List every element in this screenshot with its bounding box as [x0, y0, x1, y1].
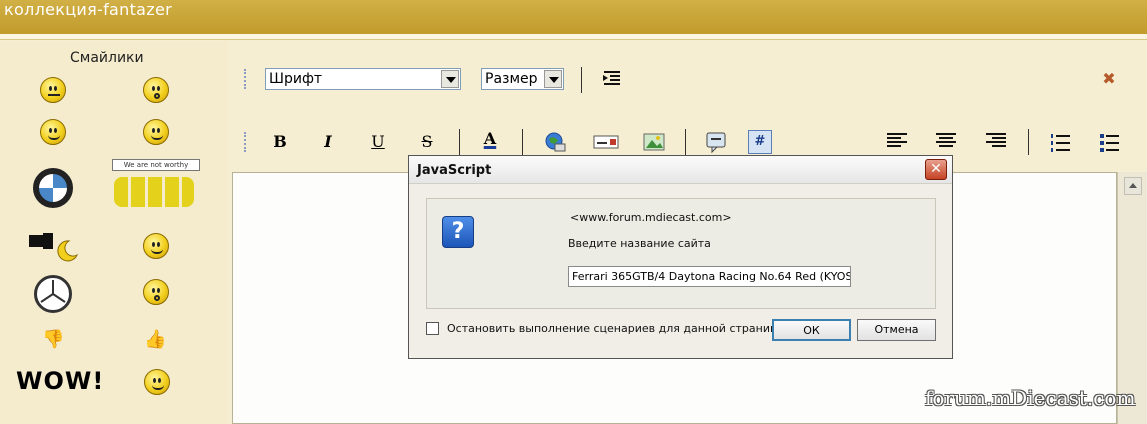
smilies-title: Смайлики: [70, 50, 144, 66]
underline-button[interactable]: U: [366, 130, 390, 154]
dialog-source: <www.forum.mdiecast.com>: [570, 211, 732, 224]
font-select-value: Шрифт: [269, 71, 323, 87]
page-title: коллекция-fantazer: [4, 0, 172, 19]
align-right-icon[interactable]: [986, 133, 1006, 149]
bullet-list-icon[interactable]: [1097, 130, 1121, 154]
site-name-input[interactable]: Ferrari 365GTB/4 Daytona Racing No.64 Re…: [568, 266, 851, 287]
wow-icon[interactable]: WOW!: [16, 367, 104, 395]
toolbar-separator: [459, 129, 460, 155]
quote-icon[interactable]: [704, 130, 728, 154]
watermark: forum.mDiecast.com: [925, 386, 1136, 410]
smiley-tongue-icon[interactable]: [143, 119, 169, 145]
chevron-down-icon: [544, 70, 562, 88]
align-center-icon[interactable]: [936, 133, 956, 149]
toolbar-grip[interactable]: [244, 69, 246, 89]
title-bar: коллекция-fantazer: [0, 0, 1147, 34]
dialog-titlebar[interactable]: JavaScript ✕: [409, 156, 952, 184]
thumbs-up-icon[interactable]: 👍: [144, 329, 166, 350]
thumbs-down-icon[interactable]: 👎: [42, 329, 64, 350]
smiley-surprised-icon[interactable]: [143, 77, 169, 103]
toolbar-separator: [1028, 129, 1029, 155]
font-select[interactable]: Шрифт: [265, 68, 461, 90]
insert-email-icon[interactable]: [593, 130, 619, 154]
question-icon: ?: [442, 216, 474, 248]
font-color-button[interactable]: A: [478, 127, 502, 151]
dialog-title: JavaScript: [417, 163, 492, 178]
insert-image-icon[interactable]: [642, 130, 666, 154]
size-select[interactable]: Размер: [481, 68, 564, 90]
editor-toolbar: Шрифт Размер ✖ B I U S A #: [228, 41, 1147, 171]
strikethrough-button[interactable]: S: [415, 130, 439, 154]
close-editor-icon[interactable]: ✖: [1097, 67, 1121, 91]
cancel-button[interactable]: Отмена: [857, 319, 936, 341]
stop-scripts-checkbox[interactable]: [426, 322, 439, 335]
toolbar-separator: [522, 129, 523, 155]
not-worthy-icon[interactable]: We are not worthy: [110, 159, 200, 211]
not-worthy-sign: We are not worthy: [112, 159, 200, 171]
smiley-grin-icon[interactable]: [40, 119, 66, 145]
close-icon[interactable]: ✕: [925, 159, 947, 180]
smiley-shocked-icon[interactable]: [143, 279, 169, 305]
toolbar-separator: [581, 67, 582, 93]
mercedes-logo-icon[interactable]: [34, 275, 72, 313]
size-select-value: Размер: [485, 71, 538, 87]
ok-button[interactable]: ОК: [772, 319, 851, 341]
smiley-wink-icon[interactable]: [144, 369, 170, 395]
code-button[interactable]: #: [748, 130, 772, 154]
toolbar-separator: [685, 129, 686, 155]
italic-button[interactable]: I: [316, 130, 340, 154]
toolbar-grip[interactable]: [244, 132, 246, 152]
bold-button[interactable]: B: [268, 130, 292, 154]
smiley-night-icon[interactable]: [29, 233, 81, 267]
smiley-laugh-icon[interactable]: [143, 233, 169, 259]
chevron-down-icon: [441, 70, 459, 88]
scroll-up-icon[interactable]: [1124, 177, 1142, 195]
stop-scripts-label: Остановить выполнение сценариев для данн…: [447, 322, 787, 335]
dialog-prompt: Введите название сайта: [568, 237, 711, 250]
align-left-icon[interactable]: [887, 133, 907, 149]
insert-link-icon[interactable]: [543, 130, 567, 154]
numbered-list-icon[interactable]: [1048, 130, 1072, 154]
title-divider: [0, 34, 1147, 40]
smilies-panel: Смайлики We are not worthy 👎 👍 WOW!: [0, 41, 228, 424]
indent-icon[interactable]: [600, 67, 624, 91]
javascript-prompt-dialog: JavaScript ✕ ? <www.forum.mdiecast.com> …: [408, 155, 953, 359]
smiley-cool-icon[interactable]: [40, 77, 66, 103]
bmw-logo-icon[interactable]: [33, 168, 73, 208]
